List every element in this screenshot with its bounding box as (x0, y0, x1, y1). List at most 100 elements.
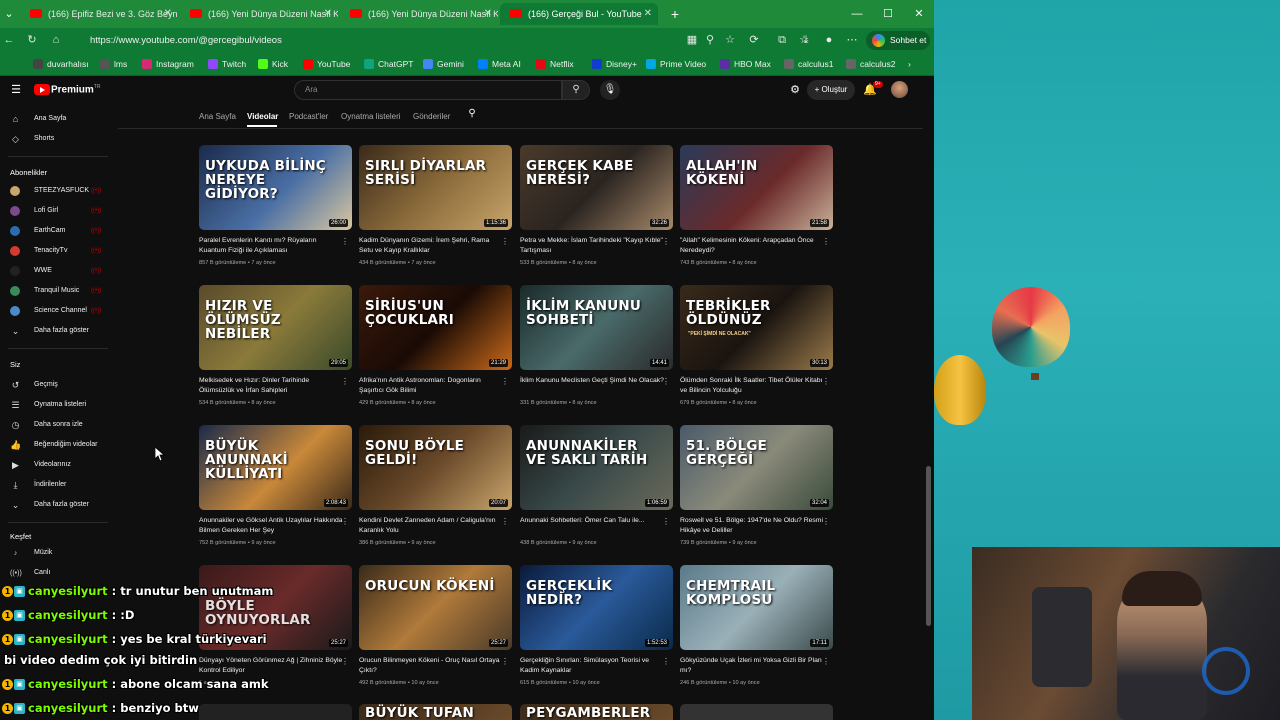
video-card[interactable]: SİRİUS'UN ÇOCUKLARI 21:29 Afrika'nın Antik… (359, 285, 512, 419)
video-title[interactable]: Gerçekliğin Sınırları: Simülasyon Teoris… (520, 656, 664, 675)
more-actions-icon[interactable]: ⋮ (501, 377, 509, 386)
more-actions-icon[interactable]: ⋮ (341, 377, 349, 386)
bookmark-12[interactable]: HBO Max (720, 53, 771, 75)
bookmark-8[interactable]: Meta AI (478, 53, 521, 75)
search-button[interactable]: ⚲ (562, 80, 590, 100)
subscription-item-2[interactable]: ((•)) EarthCam (0, 222, 112, 240)
channel-search-icon[interactable]: ⚲ (464, 106, 480, 122)
video-title[interactable]: İklim Kanunu Meclisten Geçti Şimdi Ne Ol… (520, 376, 664, 386)
profile-icon[interactable]: ● (820, 31, 838, 49)
apps-icon[interactable]: ▦ (683, 31, 701, 49)
bookmark-3[interactable]: Twitch (208, 53, 246, 75)
subscription-item-4[interactable]: ((•)) WWE (0, 262, 112, 280)
video-card-partial[interactable] (680, 704, 833, 720)
more-actions-icon[interactable]: ⋮ (822, 237, 830, 246)
refresh-icon[interactable]: ↻ (23, 31, 41, 49)
explore-item-0[interactable]: ♪ Müzik (0, 544, 112, 562)
video-thumbnail[interactable]: SİRİUS'UN ÇOCUKLARI 21:29 (359, 285, 512, 370)
you-item-4[interactable]: ▶ Videolarınız (0, 456, 112, 474)
maximize-button[interactable]: ☐ (873, 0, 903, 28)
more-actions-icon[interactable]: ⋮ (822, 657, 830, 666)
video-thumbnail[interactable]: ANUNNAKİLER VE SAKLI TARİH 1:06:59 (520, 425, 673, 510)
you-item-1[interactable]: ☰ Oynatma listeleri (0, 396, 112, 414)
back-icon[interactable]: ← (0, 31, 18, 49)
video-thumbnail[interactable]: 51. BÖLGE GERÇEĞİ 32:04 (680, 425, 833, 510)
bookmark-7[interactable]: Gemini (423, 53, 464, 75)
video-card[interactable]: SONU BÖYLE GELDİ! 20:07 Kendini Devlet Zan… (359, 425, 512, 559)
home-icon[interactable]: ⌂ (47, 31, 65, 49)
video-title[interactable]: Kadim Dünyanın Gizemi: İrem Şehri, Rama … (359, 236, 503, 255)
video-title[interactable]: Dünyayı Yöneten Görünmez Ağ | Zihniniz B… (199, 656, 343, 675)
explore-item-1[interactable]: ((•)) Canlı (0, 564, 112, 582)
sidebar-item-1[interactable]: ◇ Shorts (0, 130, 112, 148)
subscriptions-header[interactable]: Abonelikler (10, 168, 47, 177)
youtube-brand[interactable]: PremiumTR (51, 84, 100, 95)
download-icon[interactable]: ⤓ (797, 31, 815, 49)
video-card[interactable]: TEBRİKLER ÖLDÜNÜZ "PEKİ ŞİMDİ NE OLACAK" 3… (680, 285, 833, 419)
video-card[interactable]: CHEMTRAIL KOMPLOSU 17:11 Gökyüzünde Uçak İ… (680, 565, 833, 699)
channel-tab-1[interactable]: Videolar (247, 112, 278, 121)
video-thumbnail[interactable]: BÜYÜK ANUNNAKİ KÜLLİYATI 2:08:43 (199, 425, 352, 510)
subscription-item-0[interactable]: ((•)) STEEZYASFUCK (0, 182, 112, 200)
hamburger-menu-icon[interactable]: ☰ (8, 82, 24, 98)
bookmark-2[interactable]: Instagram (142, 53, 194, 75)
more-actions-icon[interactable]: ⋮ (341, 237, 349, 246)
tab-list-icon[interactable]: ⌄ (0, 0, 18, 28)
url-field[interactable]: https://www.youtube.com/@gercegibul/vide… (76, 31, 676, 50)
more-actions-icon[interactable]: ⋮ (501, 517, 509, 526)
channel-tab-4[interactable]: Gönderiler (413, 112, 450, 121)
video-title[interactable]: Petra ve Mekke: İslam Tarihindeki "Kayıp… (520, 236, 664, 255)
video-card[interactable]: BÜYÜK ANUNNAKİ KÜLLİYATI 2:08:43 Anunnakil… (199, 425, 352, 559)
bookmark-10[interactable]: Disney+ (592, 53, 637, 75)
video-thumbnail[interactable]: ALLAH'IN KÖKENİ 21:58 (680, 145, 833, 230)
browser-tab-1[interactable]: (166) Epifiz Bezi ve 3. Göz Beynin ✕ (20, 3, 178, 25)
you-section-header[interactable]: Siz (10, 360, 20, 369)
video-card[interactable]: ALLAH'IN KÖKENİ 21:58 "Allah" Kelimesinin … (680, 145, 833, 279)
video-thumbnail[interactable]: UYKUDA BİLİNÇ NEREYE GİDİYOR? 26:00 (199, 145, 352, 230)
video-card[interactable]: ANUNNAKİLER VE SAKLI TARİH 1:06:59 Anunnak… (520, 425, 673, 559)
video-card-partial[interactable]: BÜYÜK TUFAN (359, 704, 512, 720)
bookmark-4[interactable]: Kick (258, 53, 288, 75)
video-thumbnail[interactable]: BÜYÜK TUFAN (359, 704, 512, 720)
subscription-item-3[interactable]: ((•)) TenacityTv (0, 242, 112, 260)
zoom-icon[interactable]: ⚲ (701, 31, 719, 49)
youtube-logo-icon[interactable] (34, 84, 50, 95)
subscription-item-1[interactable]: ((•)) Lofi Girl (0, 202, 112, 220)
you-item-3[interactable]: 👍 Beğendiğim videolar (0, 436, 112, 454)
copilot-chat-button[interactable]: Sohbet et (866, 31, 930, 50)
browser-tab-2[interactable]: (166) Yeni Dünya Düzeni Nasıl Ku ✕ (180, 3, 338, 25)
bookmark-5[interactable]: YouTube (303, 53, 350, 75)
channel-tab-2[interactable]: Podcast'ler (289, 112, 328, 121)
bookmark-14[interactable]: calculus2 (846, 53, 895, 75)
close-tab-icon[interactable]: ✕ (164, 3, 172, 25)
search-input[interactable]: Ara (294, 80, 562, 100)
you-item-5[interactable]: ⤓ İndirilenler (0, 476, 112, 494)
video-thumbnail[interactable]: ORUCUN KÖKENİ 25:27 (359, 565, 512, 650)
video-title[interactable]: Ölümden Sonraki İlk Saatler: Tibet Ölüle… (680, 376, 824, 395)
bookmark-9[interactable]: Netflix (536, 53, 574, 75)
video-card[interactable]: HIZIR VE ÖLÜMSÜZ NEBİLER 29:05 Melkisedek … (199, 285, 352, 419)
more-actions-icon[interactable]: ⋮ (822, 517, 830, 526)
video-title[interactable]: Orucun Bilinmeyen Kökeni - Oruç Nasıl Or… (359, 656, 503, 675)
close-tab-icon[interactable]: ✕ (484, 3, 492, 25)
more-menu-icon[interactable]: ⋯ (843, 31, 861, 49)
more-actions-icon[interactable]: ⋮ (662, 657, 670, 666)
subscription-item-5[interactable]: ((•)) Tranquil Music (0, 282, 112, 300)
more-actions-icon[interactable]: ⋮ (501, 657, 509, 666)
browser-tab-3[interactable]: (166) Yeni Dünya Düzeni Nasıl Ku ✕ (340, 3, 498, 25)
video-title[interactable]: Paralel Evrenlerin Kanıtı mı? Rüyaların … (199, 236, 343, 255)
video-thumbnail[interactable]: CHEMTRAIL KOMPLOSU 17:11 (680, 565, 833, 650)
more-actions-icon[interactable]: ⋮ (662, 517, 670, 526)
new-tab-button[interactable]: + (660, 0, 690, 28)
video-title[interactable]: Melkisedek ve Hızır: Dinler Tarihinde Öl… (199, 376, 343, 395)
you-item-2[interactable]: ◷ Daha sonra izle (0, 416, 112, 434)
account-avatar[interactable] (891, 81, 908, 98)
bookmark-1[interactable]: lms (100, 53, 127, 75)
close-tab-icon[interactable]: ✕ (644, 3, 652, 25)
minimize-button[interactable]: — (842, 0, 872, 28)
video-card[interactable]: ORUCUN KÖKENİ 25:27 Orucun Bilinmeyen Köke… (359, 565, 512, 699)
more-actions-icon[interactable]: ⋮ (341, 517, 349, 526)
video-thumbnail[interactable]: HIZIR VE ÖLÜMSÜZ NEBİLER 29:05 (199, 285, 352, 370)
video-title[interactable]: "Allah" Kelimesinin Kökeni: Arapçadan Ön… (680, 236, 824, 255)
video-thumbnail[interactable]: PEYGAMBERLER (520, 704, 673, 720)
